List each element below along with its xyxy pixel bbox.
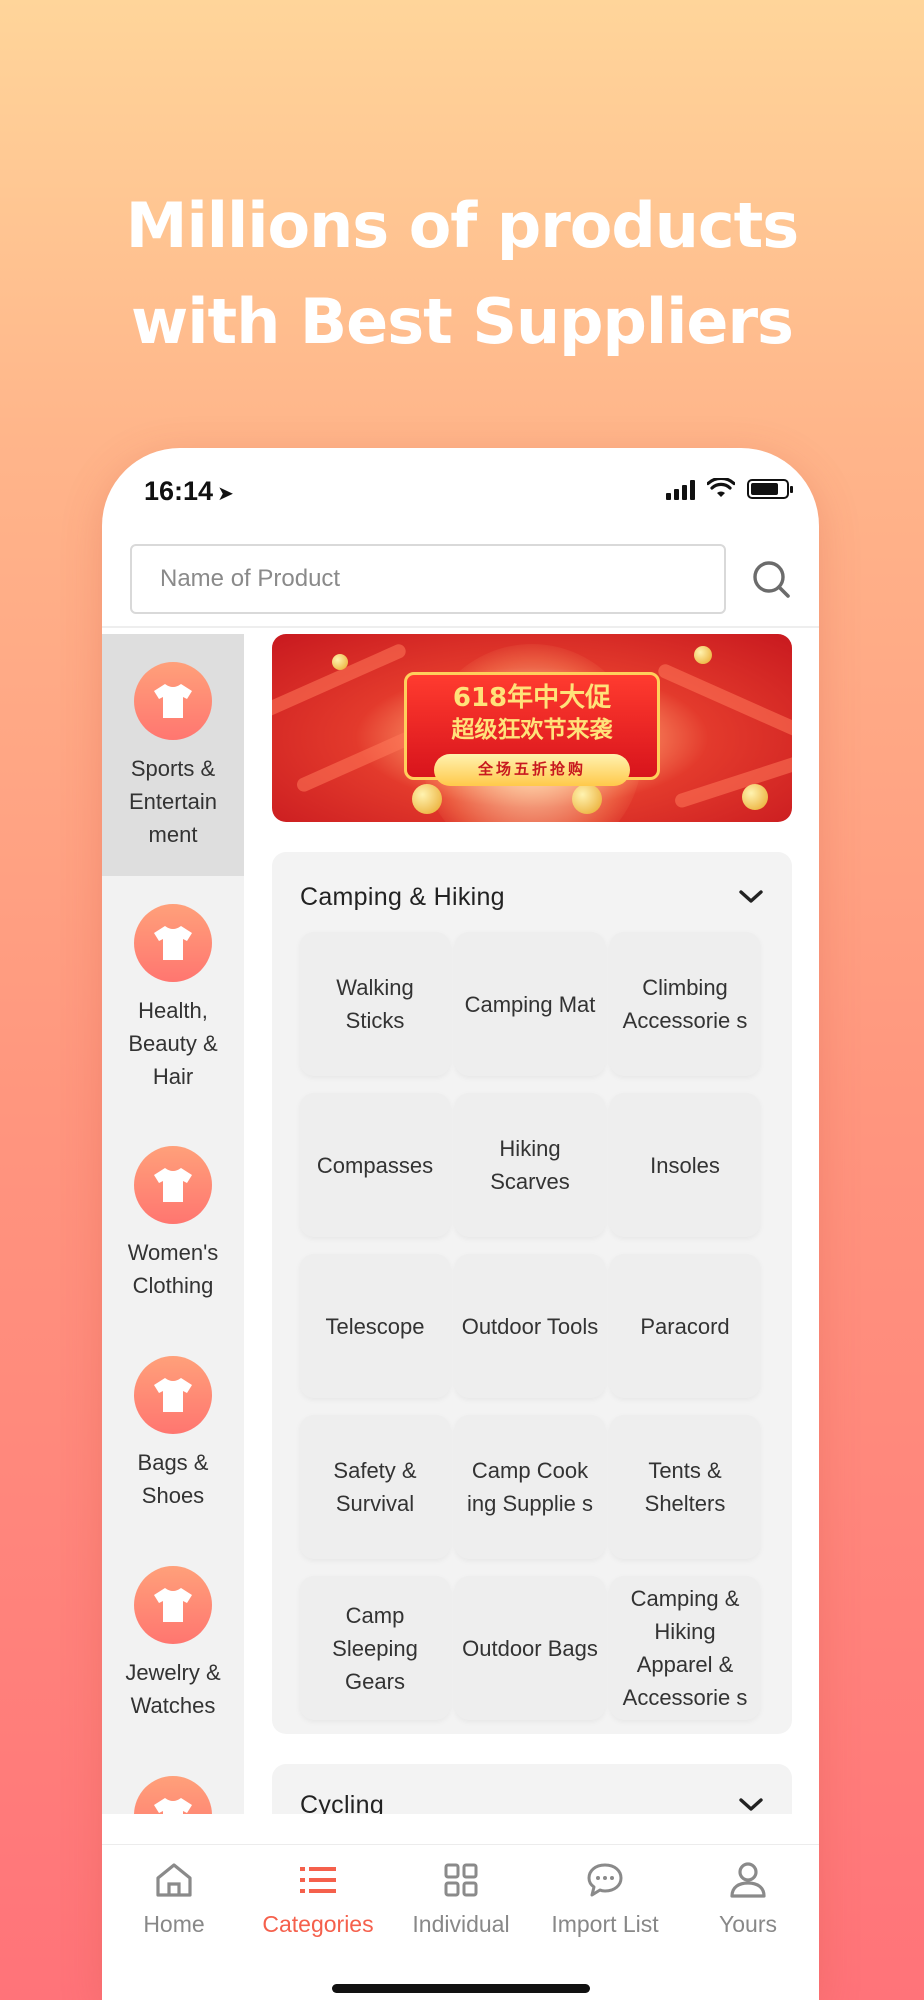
subcategory-tile-climbing-accessories[interactable]: Climbing Accessorie s — [610, 932, 760, 1076]
sidebar-item-label: Bags & Shoes — [137, 1450, 209, 1508]
subcategory-tile-paracord[interactable]: Paracord — [610, 1254, 760, 1398]
tab-import-list[interactable]: Import List — [533, 1855, 677, 1938]
subcategory-tile-camp-sleeping-gears[interactable]: Camp Sleeping Gears — [300, 1576, 450, 1720]
user-icon — [730, 1862, 766, 1898]
subcategory-grid: Walking Sticks Camping Mat Climbing Acce… — [300, 932, 764, 1720]
sidebar-item-health-beauty-hair[interactable]: Health, Beauty & Hair — [102, 876, 244, 1118]
section-title: Cycling — [300, 1790, 385, 1815]
tab-yours[interactable]: Yours — [676, 1855, 819, 1938]
section-title: Camping & Hiking — [300, 882, 505, 911]
status-time: 16:14 — [144, 476, 214, 506]
tshirt-icon — [134, 1776, 212, 1814]
banner-title-line1: 618年中大促 — [452, 683, 612, 713]
subcategory-tile-compasses[interactable]: Compasses — [300, 1093, 450, 1237]
sidebar-item-label: Sports & Entertain ment — [128, 756, 218, 847]
tshirt-icon — [134, 904, 212, 982]
search-box — [130, 544, 726, 614]
tshirt-icon — [134, 1146, 212, 1224]
subcategory-tile-outdoor-bags[interactable]: Outdoor Bags — [455, 1576, 605, 1720]
section-camping-hiking: Camping & Hiking Walking Sticks Camping … — [272, 852, 792, 1734]
wifi-icon — [707, 478, 735, 497]
section-cycling: Cycling — [272, 1764, 792, 1814]
banner-subtitle: 全场五折抢购 — [434, 754, 630, 786]
promo-headline-line1: Millions of products — [125, 189, 799, 262]
chevron-down-icon[interactable] — [738, 1797, 764, 1813]
home-icon — [156, 1863, 192, 1897]
subcategory-tile-telescope[interactable]: Telescope — [300, 1254, 450, 1398]
bottom-tab-bar: Home Categories Individual Import List Y… — [102, 1844, 819, 2000]
banner-title-line2: 超级狂欢节来袭 — [451, 717, 613, 743]
tab-label: Yours — [719, 1911, 777, 1937]
subcategory-tile-hiking-scarves[interactable]: Hiking Scarves — [455, 1093, 605, 1237]
tab-label: Individual — [412, 1911, 510, 1937]
section-header[interactable]: Cycling — [300, 1788, 764, 1814]
tshirt-icon — [134, 662, 212, 740]
tab-individual[interactable]: Individual — [389, 1855, 533, 1938]
category-content: 618年中大促 超级狂欢节来袭 全场五折抢购 Camping & Hiking … — [272, 634, 792, 1814]
promo-banner[interactable]: 618年中大促 超级狂欢节来袭 全场五折抢购 — [272, 634, 792, 822]
promo-headline-line2: with Best Suppliers — [131, 285, 794, 358]
tab-categories[interactable]: Categories — [246, 1855, 390, 1938]
signal-icon — [666, 478, 695, 500]
subcategory-tile-safety-survival[interactable]: Safety & Survival — [300, 1415, 450, 1559]
tshirt-icon — [134, 1566, 212, 1644]
sidebar-item-label: Health, Beauty & Hair — [128, 998, 218, 1089]
subcategory-tile-camping-hiking-apparel[interactable]: Camping & Hiking Apparel & Accessorie s — [610, 1576, 760, 1720]
section-header[interactable]: Camping & Hiking — [300, 880, 764, 914]
chat-icon — [587, 1863, 623, 1897]
tab-home[interactable]: Home — [102, 1855, 246, 1938]
grid-icon — [444, 1863, 478, 1897]
subcategory-tile-walking-sticks[interactable]: Walking Sticks — [300, 932, 450, 1076]
battery-icon — [747, 479, 793, 499]
search-icon — [753, 561, 790, 598]
chevron-down-icon[interactable] — [738, 889, 764, 905]
sidebar-item-sports-entertainment[interactable]: Sports & Entertain ment — [102, 634, 244, 876]
sidebar-item-bags-shoes[interactable]: Bags & Shoes — [102, 1328, 244, 1538]
subcategory-tile-tents-shelters[interactable]: Tents & Shelters — [610, 1415, 760, 1559]
status-bar: 16:14 ➤ — [102, 448, 819, 538]
subcategory-tile-camp-cooking-supplies[interactable]: Camp Cook ing Supplie s — [455, 1415, 605, 1559]
category-sidebar: Sports & Entertain ment Health, Beauty &… — [102, 634, 244, 1814]
promo-headline: Millions of products with Best Suppliers — [0, 178, 924, 370]
sidebar-item-womens-clothing[interactable]: Women's Clothing — [102, 1118, 244, 1328]
home-indicator — [332, 1984, 590, 1993]
subcategory-tile-insoles[interactable]: Insoles — [610, 1093, 760, 1237]
sidebar-item-label: Jewelry & Watches — [125, 1660, 221, 1718]
tshirt-icon — [134, 1356, 212, 1434]
phone-frame: 16:14➤ Sports & Entertain me — [102, 448, 819, 2000]
search-button[interactable] — [750, 558, 794, 602]
sidebar-item-jewelry-watches[interactable]: Jewelry & Watches — [102, 1538, 244, 1748]
search-input[interactable] — [132, 546, 724, 612]
sidebar-item-more[interactable] — [102, 1748, 244, 1814]
tab-label: Import List — [551, 1911, 659, 1937]
tab-label: Home — [143, 1911, 205, 1937]
subcategory-tile-camping-mat[interactable]: Camping Mat — [455, 932, 605, 1076]
sidebar-item-label: Women's Clothing — [127, 1240, 219, 1298]
list-icon — [300, 1867, 336, 1893]
subcategory-tile-outdoor-tools[interactable]: Outdoor Tools — [455, 1254, 605, 1398]
location-arrow-icon: ➤ — [217, 483, 234, 505]
header-divider — [102, 626, 819, 628]
tab-label: Categories — [262, 1911, 374, 1937]
